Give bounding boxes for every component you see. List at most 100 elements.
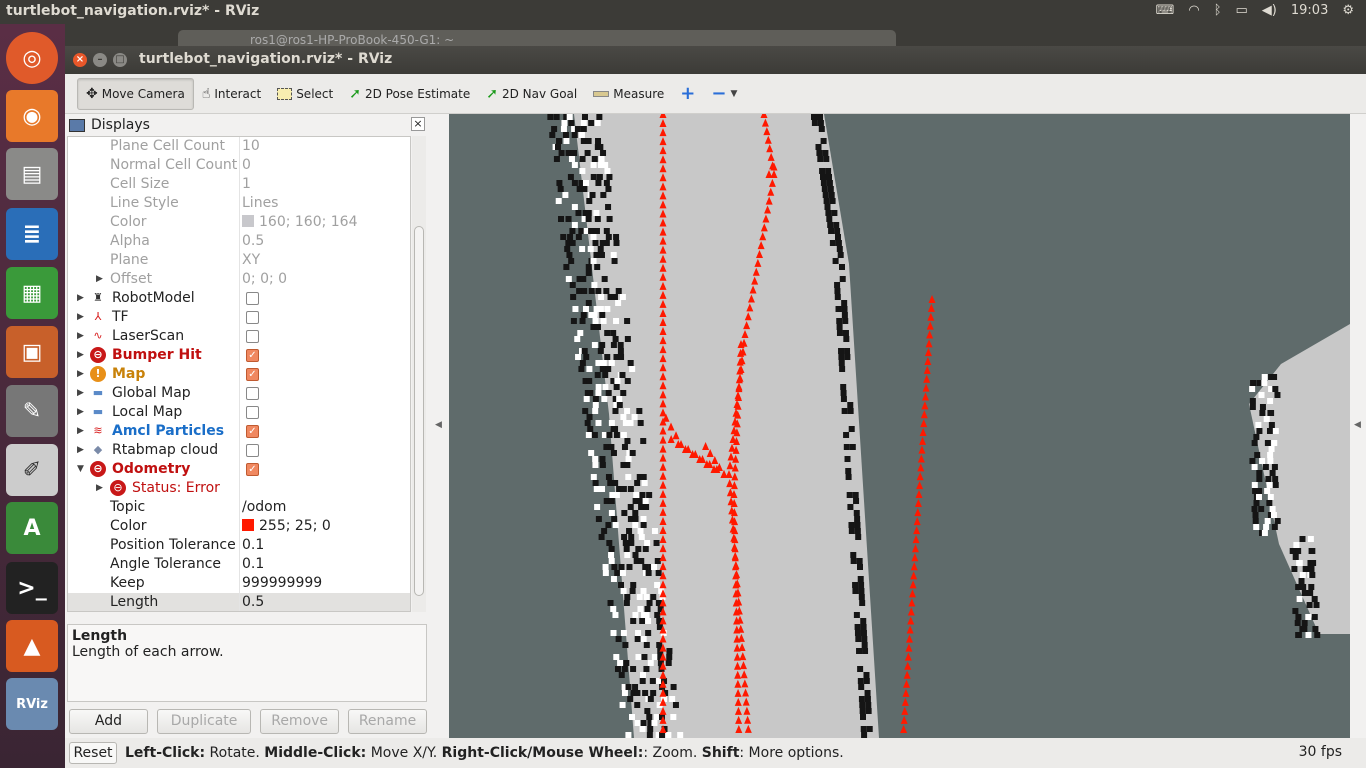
- value-cell[interactable]: 0; 0; 0: [242, 270, 287, 289]
- display-checkbox[interactable]: [246, 330, 259, 343]
- settings-icon[interactable]: ✎: [6, 385, 58, 437]
- ubuntu-icon[interactable]: ◎: [6, 32, 58, 84]
- measure-button[interactable]: Measure: [585, 78, 672, 110]
- display-item[interactable]: ▶ ▬ Global Map: [68, 384, 410, 403]
- expanded-arrow-icon[interactable]: ▼: [77, 460, 84, 479]
- color-swatch[interactable]: [242, 519, 254, 531]
- window-titlebar[interactable]: × – □ turtlebot_navigation.rviz* - RViz: [65, 46, 1366, 74]
- expand-arrow-icon[interactable]: ▶: [77, 384, 84, 403]
- expand-arrow-icon[interactable]: ▶: [77, 441, 84, 460]
- property-row[interactable]: Length 0.5: [68, 593, 410, 611]
- expand-arrow-icon[interactable]: ▶: [96, 479, 103, 498]
- writer-icon[interactable]: ≣: [6, 208, 58, 260]
- add-button[interactable]: Add: [69, 709, 148, 734]
- right-splitter[interactable]: ◀: [1350, 114, 1366, 738]
- battery-icon[interactable]: ▭: [1236, 3, 1248, 18]
- minimize-icon[interactable]: –: [93, 53, 107, 67]
- matlab-icon[interactable]: ▲: [6, 620, 58, 672]
- display-item[interactable]: ▶ ∿ LaserScan: [68, 327, 410, 346]
- move-camera-button[interactable]: ✥ Move Camera: [77, 77, 194, 110]
- property-row[interactable]: Angle Tolerance 0.1: [68, 555, 410, 574]
- display-checkbox[interactable]: [246, 292, 259, 305]
- display-item[interactable]: ▼ ⊖ ✓ Odometry: [68, 460, 410, 479]
- scrollbar-thumb[interactable]: [414, 226, 424, 596]
- display-checkbox[interactable]: ✓: [246, 368, 259, 381]
- property-row[interactable]: Color 255; 25; 0: [68, 517, 410, 536]
- calc-icon[interactable]: ▦: [6, 267, 58, 319]
- display-checkbox[interactable]: ✓: [246, 463, 259, 476]
- value-cell[interactable]: 255; 25; 0: [242, 517, 331, 536]
- value-cell[interactable]: 999999999: [242, 574, 322, 593]
- display-item[interactable]: ▶ ⅄ TF: [68, 308, 410, 327]
- display-checkbox[interactable]: ✓: [246, 349, 259, 362]
- display-item[interactable]: ▶ ≋ ✓ Amcl Particles: [68, 422, 410, 441]
- duplicate-button[interactable]: Duplicate: [156, 709, 252, 734]
- value-cell[interactable]: 0.1: [242, 536, 264, 555]
- nav-goal-button[interactable]: ➚ 2D Nav Goal: [478, 78, 585, 110]
- rviz-icon[interactable]: RViz: [6, 678, 58, 730]
- display-item[interactable]: ▶ ◆ Rtabmap cloud: [68, 441, 410, 460]
- add-tool-button[interactable]: +: [672, 78, 703, 110]
- interact-button[interactable]: ☝ Interact: [194, 78, 269, 110]
- firefox-icon[interactable]: ◉: [6, 90, 58, 142]
- select-button[interactable]: Select: [269, 78, 341, 110]
- terminal-icon[interactable]: >_: [6, 562, 58, 614]
- left-splitter[interactable]: ◀: [427, 114, 449, 738]
- value-cell[interactable]: 10: [242, 137, 260, 156]
- 3d-view[interactable]: [449, 114, 1350, 738]
- display-item[interactable]: ▶ ♜ RobotModel: [68, 289, 410, 308]
- collapse-right-icon[interactable]: ◀: [1354, 420, 1361, 430]
- display-item[interactable]: ▶ ▬ Local Map: [68, 403, 410, 422]
- software-updater-icon[interactable]: A: [6, 502, 58, 554]
- expand-arrow-icon[interactable]: ▶: [77, 308, 84, 327]
- close-panel-icon[interactable]: ×: [411, 117, 425, 131]
- property-row[interactable]: ▶ Offset 0; 0; 0: [68, 270, 410, 289]
- property-row[interactable]: Line Style Lines: [68, 194, 410, 213]
- bluetooth-icon[interactable]: ᛒ: [1214, 3, 1222, 18]
- wifi-icon[interactable]: ◠: [1188, 3, 1199, 18]
- expand-arrow-icon[interactable]: ▶: [77, 403, 84, 422]
- value-cell[interactable]: XY: [242, 251, 260, 270]
- property-row[interactable]: Color 160; 160; 164: [68, 213, 410, 232]
- expand-arrow-icon[interactable]: ▶: [77, 327, 84, 346]
- remove-button[interactable]: Remove: [260, 709, 340, 734]
- display-checkbox[interactable]: [246, 311, 259, 324]
- property-row[interactable]: Alpha 0.5: [68, 232, 410, 251]
- property-row[interactable]: Keep 999999999: [68, 574, 410, 593]
- close-icon[interactable]: ×: [73, 53, 87, 67]
- display-checkbox[interactable]: [246, 444, 259, 457]
- map-canvas[interactable]: [449, 114, 1350, 738]
- maximize-icon[interactable]: □: [113, 53, 127, 67]
- property-row[interactable]: Cell Size 1: [68, 175, 410, 194]
- value-cell[interactable]: 160; 160; 164: [242, 213, 358, 232]
- tree-scrollbar[interactable]: [412, 136, 426, 612]
- expand-arrow-icon[interactable]: ▶: [77, 365, 84, 384]
- displays-tree[interactable]: Plane Cell Count 10 Normal Cell Count 0 Cell…: [67, 136, 411, 612]
- property-row[interactable]: Normal Cell Count 0: [68, 156, 410, 175]
- display-checkbox[interactable]: [246, 406, 259, 419]
- files-icon[interactable]: ▤: [6, 148, 58, 200]
- gear-icon[interactable]: ⚙: [1342, 3, 1354, 18]
- property-row[interactable]: Topic/odom: [68, 498, 410, 517]
- value-cell[interactable]: 0.5: [242, 232, 264, 251]
- collapse-left-icon[interactable]: ◀: [435, 420, 442, 430]
- value-cell[interactable]: 0: [242, 156, 251, 175]
- property-row[interactable]: Plane XY: [68, 251, 410, 270]
- text-editor-icon[interactable]: ✐: [6, 444, 58, 496]
- value-cell[interactable]: 1: [242, 175, 251, 194]
- display-item[interactable]: ▶! ✓ Map: [68, 365, 410, 384]
- keyboard-icon[interactable]: ⌨: [1156, 3, 1175, 18]
- pose-estimate-button[interactable]: ➚ 2D Pose Estimate: [341, 78, 478, 110]
- property-row[interactable]: Plane Cell Count 10: [68, 137, 410, 156]
- impress-icon[interactable]: ▣: [6, 326, 58, 378]
- value-cell[interactable]: /odom: [242, 498, 286, 517]
- volume-icon[interactable]: ◀): [1262, 3, 1277, 18]
- reset-button[interactable]: Reset: [69, 742, 117, 764]
- expand-arrow-icon[interactable]: ▶: [77, 422, 84, 441]
- expand-arrow-icon[interactable]: ▶: [77, 346, 84, 365]
- color-swatch[interactable]: [242, 215, 254, 227]
- expand-arrow-icon[interactable]: ▶: [77, 289, 84, 308]
- display-checkbox[interactable]: [246, 387, 259, 400]
- rename-button[interactable]: Rename: [348, 709, 427, 734]
- value-cell[interactable]: 0.5: [242, 593, 264, 611]
